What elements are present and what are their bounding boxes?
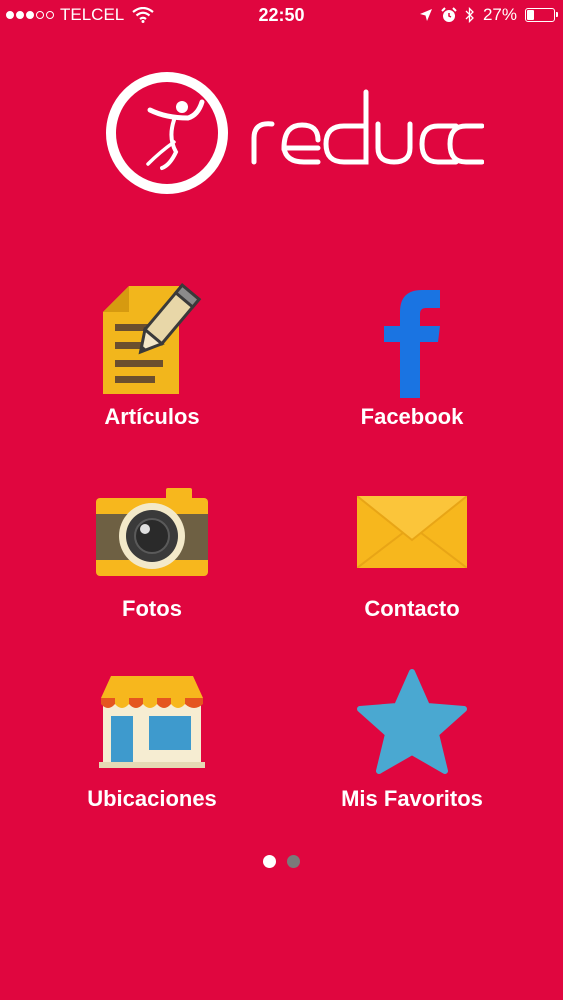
menu-item-contacto[interactable]: Contacto	[292, 488, 532, 648]
store-icon	[99, 676, 205, 768]
menu-item-facebook[interactable]: Facebook	[292, 282, 532, 442]
facebook-icon	[384, 290, 440, 398]
page-indicator[interactable]	[0, 855, 563, 868]
page-dot-2[interactable]	[287, 855, 300, 868]
page-dot-1[interactable]	[263, 855, 276, 868]
envelope-icon	[357, 496, 467, 568]
menu-item-label: Contacto	[364, 596, 460, 621]
menu-item-label: Mis Favoritos	[341, 786, 483, 811]
menu-item-fotos[interactable]: Fotos	[32, 488, 272, 648]
camera-icon	[96, 488, 208, 576]
menu-item-ubicaciones[interactable]: Ubicaciones	[32, 672, 272, 832]
menu-item-label: Facebook	[360, 404, 464, 429]
menu-item-label: Artículos	[104, 404, 200, 429]
menu-grid: Artículos Facebook Fotos Contacto Ubicac…	[0, 0, 563, 1000]
menu-item-label: Ubicaciones	[87, 786, 217, 811]
menu-item-label: Fotos	[122, 596, 182, 621]
document-pencil-icon	[103, 283, 202, 394]
star-icon	[357, 669, 467, 774]
menu-item-articulos[interactable]: Artículos	[32, 282, 272, 442]
menu-item-mis-favoritos[interactable]: Mis Favoritos	[292, 669, 532, 832]
